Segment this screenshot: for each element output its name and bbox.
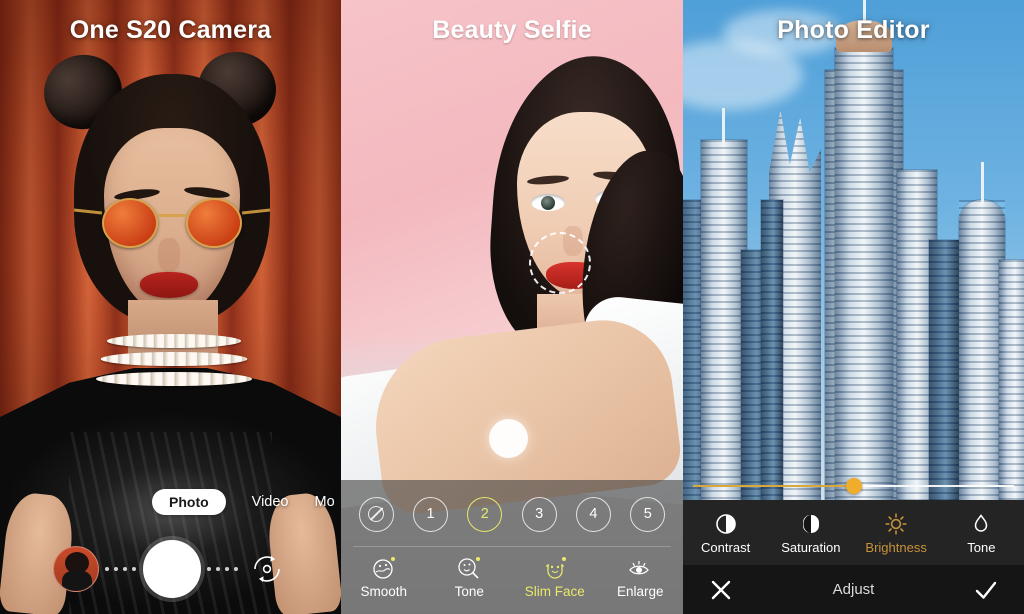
tool-label: Saturation bbox=[781, 539, 841, 555]
panel-photo-editor: Photo Editor Contrast Saturation Brightn… bbox=[683, 0, 1024, 614]
dot bbox=[234, 567, 238, 571]
dot bbox=[114, 567, 118, 571]
zoom-dots-left bbox=[99, 567, 143, 571]
slider-track bbox=[853, 485, 1014, 487]
smooth-icon bbox=[346, 554, 422, 582]
tool-saturation[interactable]: Saturation bbox=[771, 511, 851, 555]
check-icon bbox=[973, 577, 999, 603]
tool-tone[interactable]: Tone bbox=[941, 511, 1021, 555]
spire bbox=[981, 162, 984, 202]
pearl-necklace bbox=[96, 330, 252, 398]
beauty-control-panel: 1 2 3 4 5 Smooth Tone Slim Face Enlarge bbox=[341, 480, 683, 614]
contrast-icon bbox=[686, 511, 766, 537]
mode-more[interactable]: Mo bbox=[314, 494, 334, 510]
page-title: One S20 Camera bbox=[69, 16, 272, 44]
lips bbox=[140, 272, 198, 298]
tool-label: Enlarge bbox=[616, 584, 664, 599]
camera-mode-selector[interactable]: Photo Video Mo bbox=[0, 489, 341, 515]
pearl-strand bbox=[106, 334, 242, 348]
enlarge-eye-icon bbox=[602, 554, 678, 582]
app-screenshot-showcase: One S20 Camera Photo Video Mo Beauty Sel… bbox=[0, 0, 1024, 614]
tool-label: Brightness bbox=[865, 539, 927, 555]
mode-video[interactable]: Video bbox=[252, 494, 289, 510]
dot bbox=[132, 567, 136, 571]
dot bbox=[207, 567, 211, 571]
mode-photo[interactable]: Photo bbox=[152, 489, 226, 515]
level-4[interactable]: 4 bbox=[575, 496, 611, 532]
shutter-button[interactable] bbox=[142, 540, 201, 598]
tool-label: Contrast bbox=[701, 539, 751, 555]
dot bbox=[105, 567, 109, 571]
level-none[interactable] bbox=[358, 496, 394, 532]
tool-label: Tone bbox=[967, 539, 996, 555]
pearl-strand bbox=[96, 372, 252, 386]
panel-beauty-selfie: Beauty Selfie 1 2 3 4 5 Smooth Tone Slim… bbox=[341, 0, 683, 614]
tool-label: Slim Face bbox=[524, 584, 585, 599]
editor-tool-row: Contrast Saturation Brightness Tone bbox=[683, 500, 1024, 565]
page-title: Beauty Selfie bbox=[432, 16, 592, 44]
page-title: Photo Editor bbox=[777, 16, 930, 44]
close-icon bbox=[709, 578, 733, 602]
tool-contrast[interactable]: Contrast bbox=[686, 511, 766, 555]
confirm-button[interactable] bbox=[948, 577, 1024, 603]
slider-handle[interactable] bbox=[845, 478, 862, 494]
camera-control-bar bbox=[0, 524, 341, 614]
brightness-icon bbox=[856, 511, 936, 537]
camera-preview-subject bbox=[0, 0, 341, 614]
sunglasses bbox=[73, 198, 271, 248]
dot bbox=[123, 567, 127, 571]
spire bbox=[722, 108, 725, 142]
flip-camera-icon[interactable] bbox=[245, 547, 289, 591]
gallery-thumbnail[interactable] bbox=[52, 546, 99, 592]
editor-action-bar: Adjust bbox=[683, 565, 1024, 614]
tower-main-upper bbox=[835, 48, 893, 500]
slim-face-icon bbox=[517, 554, 593, 582]
tower bbox=[761, 200, 783, 500]
touch-indicator bbox=[489, 419, 528, 458]
level-1[interactable]: 1 bbox=[412, 496, 448, 532]
beauty-level-selector[interactable]: 1 2 3 4 5 bbox=[341, 488, 683, 540]
tool-tone[interactable]: Tone bbox=[431, 554, 507, 599]
retouch-selection-circle[interactable] bbox=[529, 232, 591, 294]
divider bbox=[353, 546, 671, 547]
slider-fill bbox=[693, 485, 854, 487]
beauty-tool-row: Smooth Tone Slim Face Enlarge bbox=[341, 554, 683, 612]
sunglass-lens-left bbox=[102, 198, 158, 248]
level-2[interactable]: 2 bbox=[467, 496, 503, 532]
no-effect-icon bbox=[368, 506, 385, 522]
saturation-icon bbox=[771, 511, 851, 537]
sunglass-lens-right bbox=[186, 198, 242, 248]
dot bbox=[216, 567, 220, 571]
adjustment-slider[interactable] bbox=[693, 477, 1014, 495]
tone-drop-icon bbox=[941, 511, 1021, 537]
action-bar-title: Adjust bbox=[832, 581, 875, 598]
tool-label: Smooth bbox=[360, 584, 408, 599]
city-skyline bbox=[683, 0, 1024, 500]
dot bbox=[225, 567, 229, 571]
tower bbox=[999, 260, 1024, 500]
tone-icon bbox=[431, 554, 507, 582]
level-5[interactable]: 5 bbox=[630, 496, 666, 532]
cancel-button[interactable] bbox=[683, 578, 759, 602]
tool-slim-face[interactable]: Slim Face bbox=[517, 554, 593, 599]
tool-label: Tone bbox=[454, 584, 484, 599]
tool-smooth[interactable]: Smooth bbox=[346, 554, 422, 599]
tower bbox=[929, 240, 959, 500]
panel-camera: One S20 Camera Photo Video Mo bbox=[0, 0, 341, 614]
tool-brightness[interactable]: Brightness bbox=[856, 511, 936, 555]
zoom-dots-right bbox=[201, 567, 245, 571]
pupil-left bbox=[541, 196, 555, 210]
sunglass-bridge bbox=[158, 214, 186, 217]
pearl-strand bbox=[100, 352, 248, 366]
level-3[interactable]: 3 bbox=[521, 496, 557, 532]
tool-enlarge[interactable]: Enlarge bbox=[602, 554, 678, 599]
